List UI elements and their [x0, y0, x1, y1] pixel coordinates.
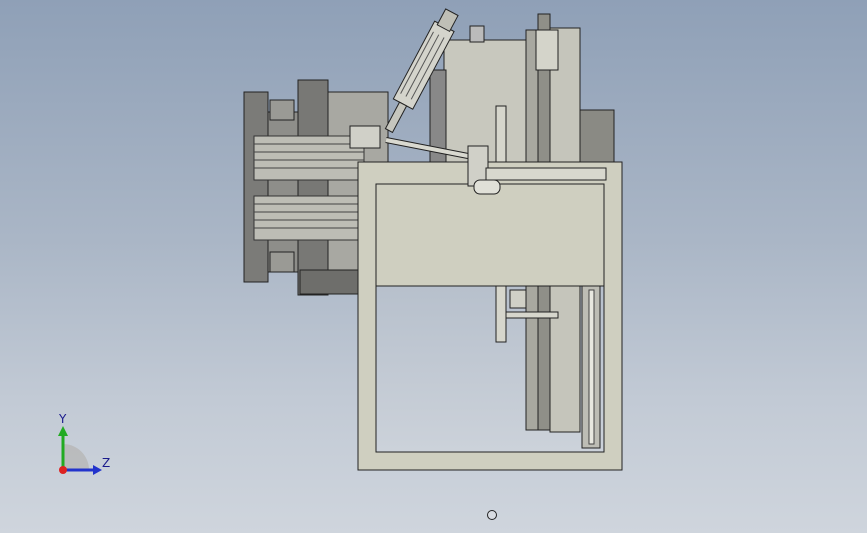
y-axis-label: Y: [59, 412, 67, 426]
z-axis-label: Z: [102, 456, 111, 470]
coordinate-triad: Y Z: [50, 412, 120, 482]
assembly-model[interactable]: [0, 0, 867, 533]
graphics-viewport[interactable]: Y Z: [0, 0, 867, 533]
rotate-center-icon: [487, 510, 497, 520]
